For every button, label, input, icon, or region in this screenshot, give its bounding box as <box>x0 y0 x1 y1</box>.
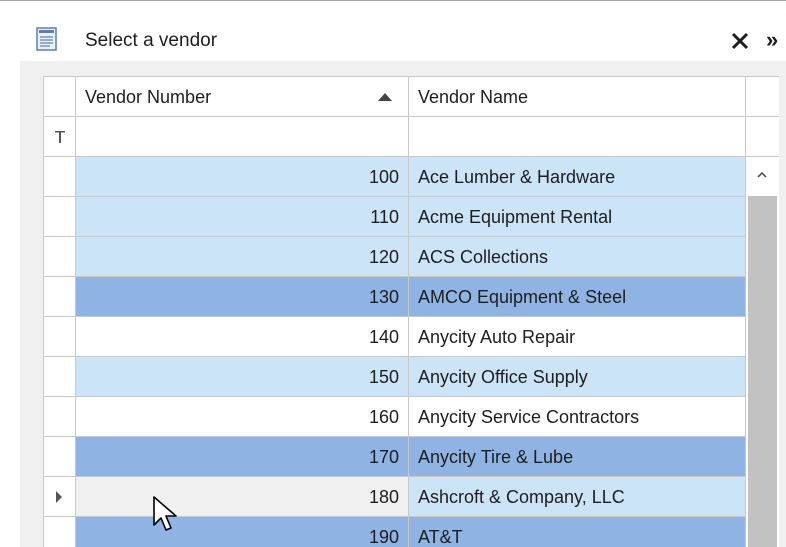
filter-row <box>44 117 779 157</box>
scrollbar-thumb[interactable] <box>748 196 777 547</box>
row-indicator-cell[interactable] <box>44 477 76 517</box>
vendor-selector-window: Select a vendor » Vendor Number Vendor N… <box>0 0 786 547</box>
column-header-label: Vendor Name <box>418 87 529 107</box>
row-indicator-cell[interactable] <box>44 237 76 277</box>
vendor-number-cell[interactable]: 170 <box>76 437 409 477</box>
vendor-name-cell[interactable]: AMCO Equipment & Steel <box>409 277 746 317</box>
vendor-number-cell[interactable]: 190 <box>76 517 409 547</box>
column-header-label: Vendor Number <box>85 87 212 107</box>
row-indicator-cell[interactable] <box>44 197 76 237</box>
vendor-number-cell[interactable]: 100 <box>76 157 409 197</box>
vendor-number-cell[interactable]: 160 <box>76 397 409 437</box>
scroll-up-arrow-icon[interactable] <box>755 168 769 182</box>
column-header-vendor-name[interactable]: Vendor Name <box>409 77 746 117</box>
table-row[interactable]: 130 AMCO Equipment & Steel <box>44 277 779 317</box>
table-row[interactable]: 170 Anycity Tire & Lube <box>44 437 779 477</box>
current-row-marker-icon <box>56 491 62 503</box>
vendor-number-cell[interactable]: 180 <box>76 477 409 517</box>
vendor-name-cell[interactable]: Ace Lumber & Hardware <box>409 157 746 197</box>
mouse-pointer-icon <box>153 496 177 531</box>
filter-indicator-cell <box>44 117 76 157</box>
vendor-name-cell[interactable]: Anycity Auto Repair <box>409 317 746 357</box>
vendor-name-cell[interactable]: Ashcroft & Company, LLC <box>409 477 746 517</box>
header-scroll-corner <box>746 77 779 117</box>
vendor-name-cell[interactable]: Acme Equipment Rental <box>409 197 746 237</box>
vendor-number-cell[interactable]: 140 <box>76 317 409 357</box>
overflow-chevron-icon[interactable]: » <box>766 28 778 52</box>
sort-ascending-icon <box>378 93 392 101</box>
vendor-number-cell[interactable]: 110 <box>76 197 409 237</box>
row-indicator-cell[interactable] <box>44 357 76 397</box>
column-header-vendor-number[interactable]: Vendor Number <box>76 77 409 117</box>
table-row[interactable]: 110 Acme Equipment Rental <box>44 197 779 237</box>
filter-vendor-name-input[interactable] <box>409 117 746 157</box>
filter-vendor-number-input[interactable] <box>76 117 409 157</box>
vendor-name-cell[interactable]: Anycity Service Contractors <box>409 397 746 437</box>
vendor-number-cell[interactable]: 130 <box>76 277 409 317</box>
vendor-name-cell[interactable]: Anycity Tire & Lube <box>409 437 746 477</box>
row-indicator-cell[interactable] <box>44 317 76 357</box>
row-indicator-cell[interactable] <box>44 277 76 317</box>
table-row[interactable]: 160 Anycity Service Contractors <box>44 397 779 437</box>
vendor-name-cell[interactable]: AT&T <box>409 517 746 547</box>
table-row[interactable]: 140 Anycity Auto Repair <box>44 317 779 357</box>
header-indicator-cell <box>44 77 76 117</box>
row-indicator-cell[interactable] <box>44 157 76 197</box>
row-indicator-cell[interactable] <box>44 437 76 477</box>
document-list-icon <box>36 27 57 51</box>
row-indicator-cell[interactable] <box>44 517 76 547</box>
window-title: Select a vendor <box>85 30 218 51</box>
vendor-number-cell[interactable]: 120 <box>76 237 409 277</box>
filter-icon <box>55 131 65 143</box>
row-indicator-cell[interactable] <box>44 397 76 437</box>
close-icon[interactable] <box>730 31 750 51</box>
vendor-number-cell[interactable]: 150 <box>76 357 409 397</box>
vendor-grid: Vendor Number Vendor Name 100 Ace Lumber … <box>43 76 779 547</box>
vendor-name-cell[interactable]: Anycity Office Supply <box>409 357 746 397</box>
table-row[interactable]: 150 Anycity Office Supply <box>44 357 779 397</box>
grid-header-row: Vendor Number Vendor Name <box>44 77 779 117</box>
filter-scroll-corner <box>746 117 779 157</box>
title-bar: Select a vendor » <box>0 1 786 61</box>
table-row[interactable]: 120 ACS Collections <box>44 237 779 277</box>
vendor-name-cell[interactable]: ACS Collections <box>409 237 746 277</box>
table-row[interactable]: 100 Ace Lumber & Hardware <box>44 157 779 197</box>
